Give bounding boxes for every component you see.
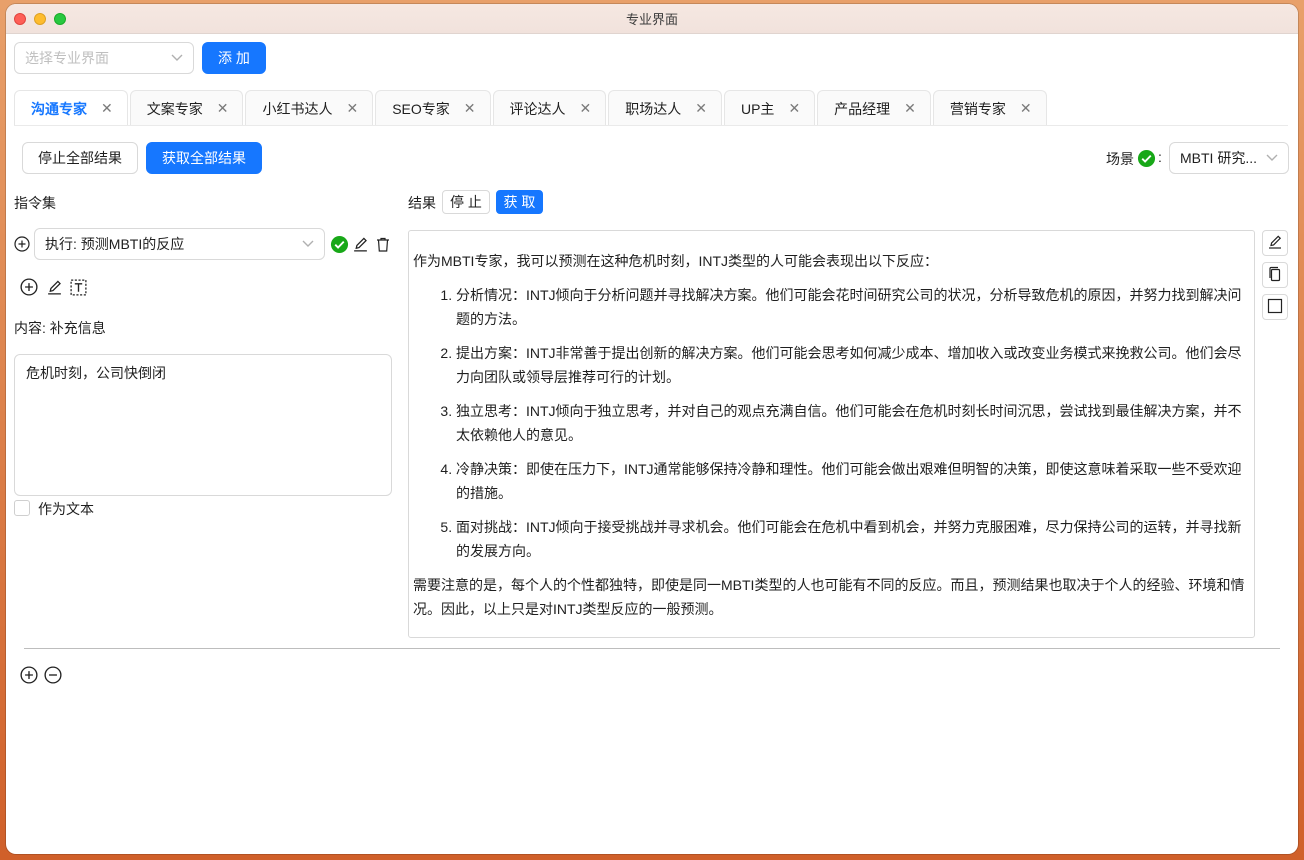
scene-label: 场景 — [1106, 149, 1134, 169]
section-divider — [24, 648, 1280, 649]
edit-icon[interactable] — [43, 276, 65, 298]
plus-circle-icon[interactable] — [18, 664, 40, 686]
plus-circle-icon[interactable] — [13, 235, 31, 253]
chevron-down-icon — [171, 51, 183, 65]
content-label: 内容: 补充信息 — [14, 320, 106, 336]
stop-all-button[interactable]: 停止全部结果 — [22, 142, 138, 174]
close-icon[interactable]: ✕ — [788, 100, 800, 117]
tab-1[interactable]: 文案专家 ✕ — [129, 90, 244, 126]
app-window: 专业界面 选择专业界面 添 加 沟通专家 ✕ 文案专家 ✕ 小红书达人 ✕ SEO专家 ✕ 评论… — [6, 4, 1298, 854]
list-item: 面对挑战：INTJ倾向于接受挑战并寻求机会。他们可能会在危机中看到机会，并努力克… — [456, 515, 1248, 563]
tab-6[interactable]: UP主 ✕ — [723, 90, 816, 126]
close-icon[interactable]: ✕ — [101, 100, 113, 117]
list-item: 提出方案：INTJ非常善于提出创新的解决方案。他们可能会思考如何减少成本、增加收… — [456, 341, 1248, 389]
text-box-icon[interactable] — [67, 276, 89, 298]
instructions-title: 指令集 — [14, 195, 56, 211]
result-label: 结果 — [408, 195, 436, 211]
result-outro: 需要注意的是，每个人的个性都独特，即使是同一MBTI类型的人也可能有不同的反应。… — [413, 577, 1245, 617]
edit-icon — [1267, 234, 1283, 253]
command-select[interactable]: 执行: 预测MBTI的反应 — [34, 228, 325, 260]
minimize-window-button[interactable] — [34, 13, 46, 25]
close-window-button[interactable] — [14, 13, 26, 25]
scene-label-text: 场景 — [1106, 151, 1134, 167]
content-textarea-value: 危机时刻，公司快倒闭 — [26, 365, 166, 381]
check-circle-icon — [329, 234, 349, 254]
tab-label: 小红书达人 — [262, 100, 333, 117]
command-select-value: 执行: 预测MBTI的反应 — [45, 236, 185, 252]
list-item: 冷静决策：即使在压力下，INTJ通常能够保持冷静和理性。他们可能会做出艰难但明智… — [456, 457, 1248, 505]
get-button[interactable]: 获 取 — [496, 190, 543, 214]
tab-5[interactable]: 职场达人 ✕ — [608, 90, 722, 126]
tab-label: SEO专家 — [392, 100, 450, 117]
profession-tabs: 沟通专家 ✕ 文案专家 ✕ 小红书达人 ✕ SEO专家 ✕ 评论达人 ✕ 职场达人 ✕ UP主 ✕ 产品经理… — [14, 90, 1049, 126]
tab-label: 产品经理 — [834, 100, 891, 117]
tab-label: 职场达人 — [625, 100, 682, 117]
tab-7[interactable]: 产品经理 ✕ — [817, 90, 931, 126]
edit-result-button[interactable] — [1262, 230, 1288, 256]
trash-icon[interactable] — [373, 234, 393, 254]
window-title: 专业界面 — [625, 12, 678, 27]
tab-label: 评论达人 — [509, 100, 566, 117]
list-item: 分析情况：INTJ倾向于分析问题并寻找解决方案。他们可能会花时间研究公司的状况，… — [456, 283, 1248, 331]
close-icon[interactable]: ✕ — [217, 100, 229, 117]
copy-result-button[interactable] — [1262, 262, 1288, 288]
copy-icon — [1267, 266, 1283, 285]
close-icon[interactable]: ✕ — [695, 100, 707, 117]
tab-8[interactable]: 营销专家 ✕ — [932, 90, 1047, 126]
tab-label: 营销专家 — [949, 100, 1006, 117]
scene-select[interactable]: MBTI 研究... — [1169, 142, 1289, 174]
scene-select-value: MBTI 研究... — [1180, 150, 1257, 166]
tab-label: UP主 — [740, 100, 775, 117]
minus-circle-icon[interactable] — [42, 664, 64, 686]
as-text-label: 作为文本 — [38, 501, 94, 517]
square-icon — [1267, 298, 1283, 317]
profession-select[interactable]: 选择专业界面 — [14, 42, 194, 74]
close-icon[interactable]: ✕ — [1020, 100, 1032, 117]
chevron-down-icon — [1266, 151, 1278, 165]
result-panel: 作为MBTI专家，我可以预测在这种危机时刻，INTJ类型的人可能会表现出以下反应… — [408, 230, 1255, 638]
chevron-down-icon — [302, 237, 314, 251]
result-list: 分析情况：INTJ倾向于分析问题并寻找解决方案。他们可能会花时间研究公司的状况，… — [413, 283, 1248, 563]
toggle-result-button[interactable] — [1262, 294, 1288, 320]
check-circle-icon — [1136, 148, 1156, 168]
result-intro: 作为MBTI专家，我可以预测在这种危机时刻，INTJ类型的人可能会表现出以下反应… — [413, 253, 938, 269]
close-icon[interactable]: ✕ — [580, 100, 592, 117]
profession-select-placeholder: 选择专业界面 — [25, 50, 109, 66]
tab-4[interactable]: 评论达人 ✕ — [492, 90, 607, 126]
plus-circle-icon[interactable] — [18, 276, 40, 298]
tab-divider — [14, 125, 1288, 126]
title-bar: 专业界面 — [6, 4, 1298, 34]
maximize-window-button[interactable] — [54, 13, 66, 25]
tab-0[interactable]: 沟通专家 ✕ — [14, 90, 128, 126]
close-icon[interactable]: ✕ — [464, 100, 476, 117]
tab-label: 文案专家 — [146, 100, 203, 117]
get-all-button[interactable]: 获取全部结果 — [146, 142, 262, 174]
close-icon[interactable]: ✕ — [904, 100, 916, 117]
list-item: 独立思考：INTJ倾向于独立思考，并对自己的观点充满自信。他们可能会在危机时刻长… — [456, 399, 1248, 447]
edit-icon[interactable] — [350, 234, 370, 254]
tab-label: 沟通专家 — [31, 100, 87, 117]
stop-button[interactable]: 停 止 — [442, 190, 490, 214]
window-controls — [14, 13, 66, 25]
content-textarea[interactable]: 危机时刻，公司快倒闭 — [14, 354, 392, 496]
close-icon[interactable]: ✕ — [346, 100, 358, 117]
add-button[interactable]: 添 加 — [202, 42, 266, 74]
tab-3[interactable]: SEO专家 ✕ — [375, 90, 491, 126]
as-text-checkbox[interactable] — [14, 500, 30, 516]
tab-2[interactable]: 小红书达人 ✕ — [245, 90, 374, 126]
scene-separator: : — [1158, 149, 1162, 165]
